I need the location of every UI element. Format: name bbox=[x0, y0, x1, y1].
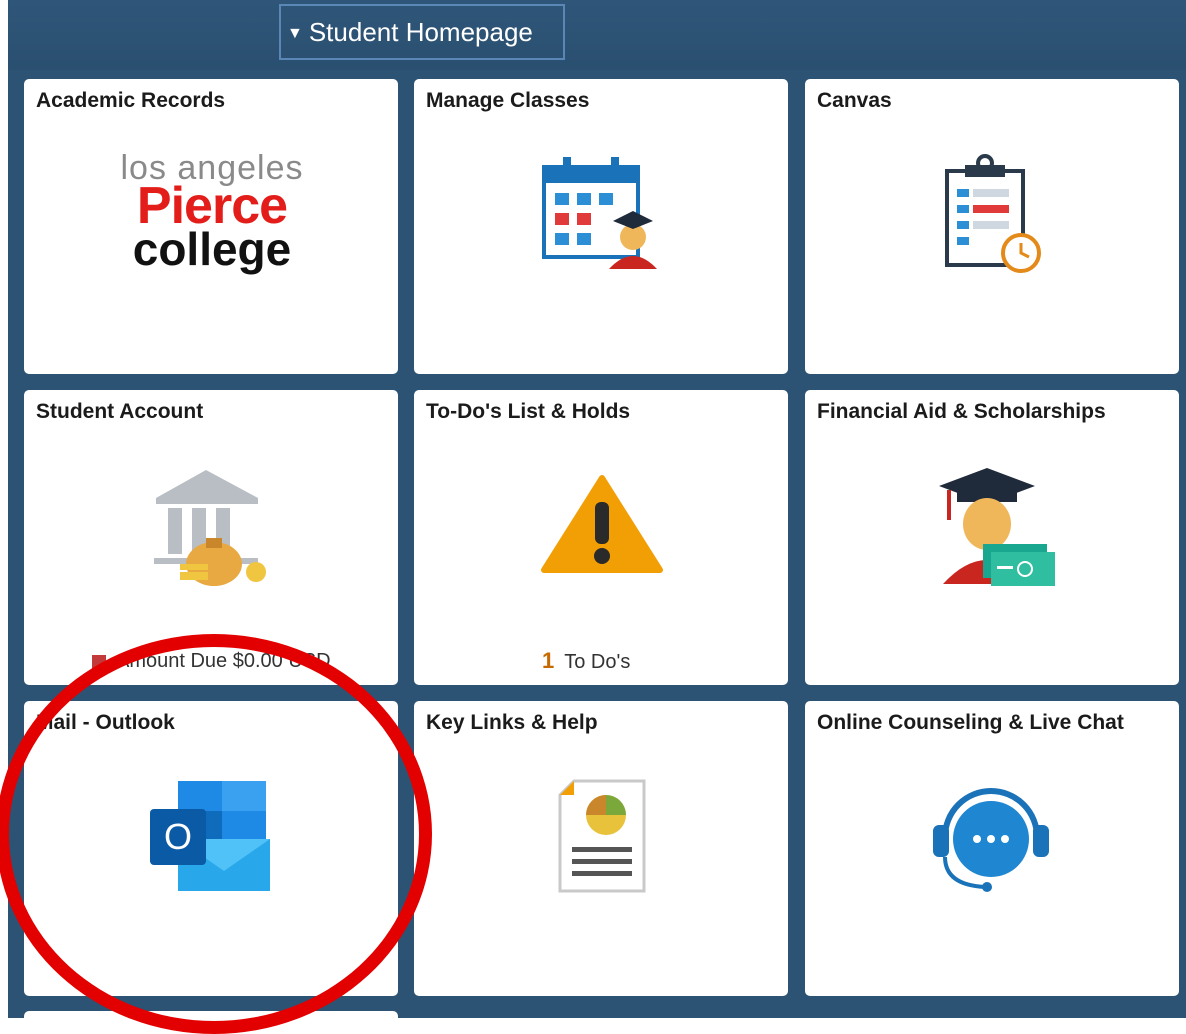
headset-chat-icon bbox=[933, 788, 1049, 892]
tile-student-account[interactable]: Student Account Amount Due $0.00 USD bbox=[24, 390, 398, 685]
report-chart-icon bbox=[558, 779, 646, 893]
bank-money-icon bbox=[154, 470, 266, 586]
warning-icon bbox=[541, 475, 663, 573]
tile-title: Online Counseling & Live Chat bbox=[817, 711, 1124, 734]
graduate-money-icon bbox=[939, 468, 1055, 586]
calendar-student-icon bbox=[542, 157, 657, 269]
tile-academic-records[interactable]: Academic Records los angeles Pierce coll… bbox=[24, 79, 398, 374]
tile-title: To-Do's List & Holds bbox=[426, 400, 631, 423]
amount-due-indicator bbox=[92, 654, 106, 669]
tile-title: Canvas bbox=[817, 89, 892, 112]
tile-partial[interactable] bbox=[24, 1011, 398, 1031]
clipboard-clock-icon bbox=[945, 154, 1041, 273]
homepage-selector[interactable]: ▼ Student Homepage bbox=[279, 4, 565, 60]
tile-title: Manage Classes bbox=[426, 89, 590, 112]
tile-title: Key Links & Help bbox=[426, 711, 598, 734]
todo-count: 1 bbox=[542, 648, 555, 673]
homepage-title: Student Homepage bbox=[308, 17, 533, 47]
tile-title: Student Account bbox=[36, 400, 204, 423]
todo-label: To Do's bbox=[564, 651, 631, 673]
tile-key-links-help[interactable]: Key Links & Help bbox=[414, 701, 788, 996]
tile-todo-holds[interactable]: To-Do's List & Holds 1 To Do's bbox=[414, 390, 788, 685]
pierce-college-logo: los angeles Pierce college bbox=[120, 149, 304, 275]
tile-title: Financial Aid & Scholarships bbox=[817, 400, 1106, 423]
tile-manage-classes[interactable]: Manage Classes bbox=[414, 79, 788, 374]
outlook-icon: O bbox=[150, 781, 270, 891]
tile-online-counseling[interactable]: Online Counseling & Live Chat bbox=[805, 701, 1179, 996]
svg-text:O: O bbox=[164, 816, 192, 857]
tile-canvas[interactable]: Canvas bbox=[805, 79, 1179, 374]
tile-mail-outlook[interactable]: Mail - Outlook O bbox=[24, 701, 398, 996]
tile-title: Mail - Outlook bbox=[36, 711, 175, 734]
caret-down-icon: ▼ bbox=[287, 25, 303, 42]
tile-financial-aid[interactable]: Financial Aid & Scholarships bbox=[805, 390, 1179, 685]
amount-due-text: Amount Due $0.00 USD bbox=[116, 650, 331, 672]
tile-title: Academic Records bbox=[36, 89, 226, 112]
